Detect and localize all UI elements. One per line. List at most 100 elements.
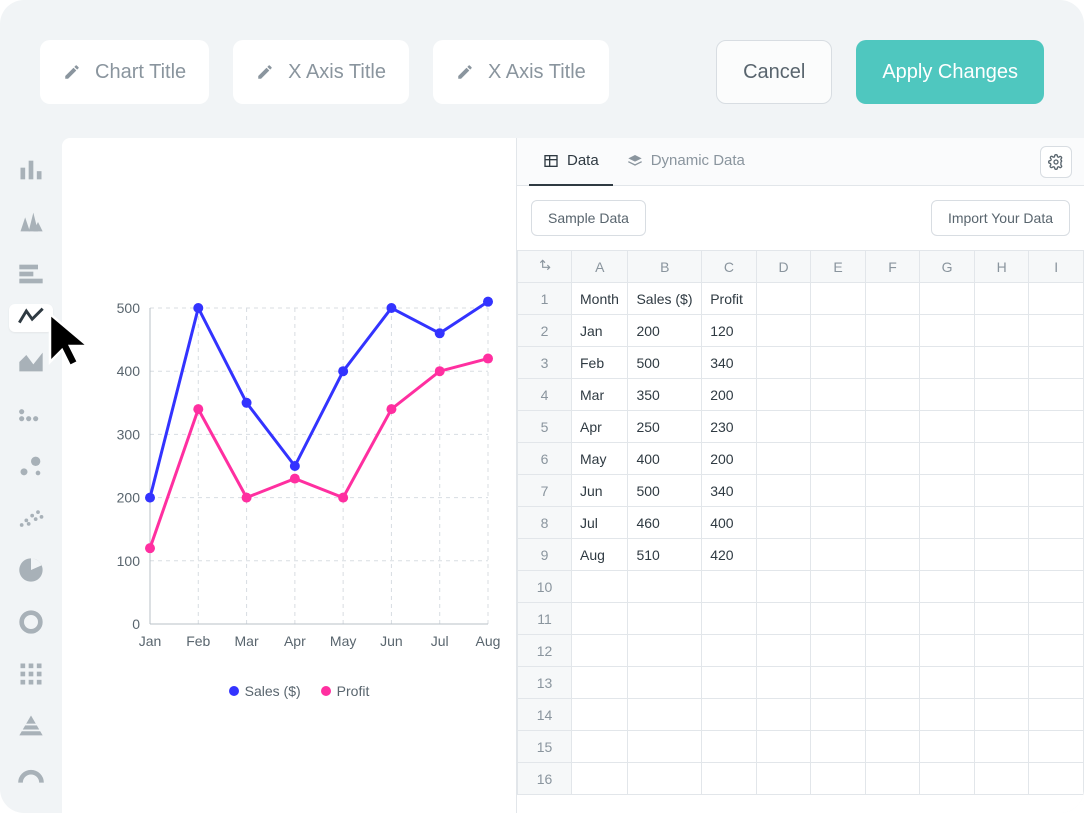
row-number[interactable]: 2 [518,315,572,347]
cell[interactable] [920,411,975,443]
cell[interactable] [756,571,811,603]
cell[interactable] [628,699,702,731]
cell[interactable] [756,475,811,507]
cell[interactable] [974,603,1029,635]
cell[interactable] [756,379,811,411]
cell[interactable] [572,731,628,763]
cell[interactable] [811,379,866,411]
cell[interactable]: 250 [628,411,702,443]
row-number[interactable]: 10 [518,571,572,603]
cell[interactable] [1029,315,1084,347]
tab-dynamic-data[interactable]: Dynamic Data [613,138,759,186]
cell[interactable] [756,635,811,667]
cell[interactable] [756,411,811,443]
cell[interactable] [920,475,975,507]
cell[interactable] [628,635,702,667]
cell[interactable] [920,667,975,699]
cell[interactable] [920,635,975,667]
cell[interactable]: Month [572,283,628,315]
cell[interactable]: 350 [628,379,702,411]
column-header[interactable]: H [974,251,1029,283]
row-number[interactable]: 1 [518,283,572,315]
cancel-button[interactable]: Cancel [716,40,832,104]
cell[interactable] [865,571,920,603]
apply-changes-button[interactable]: Apply Changes [856,40,1044,104]
cell[interactable] [572,763,628,795]
row-number[interactable]: 5 [518,411,572,443]
cell[interactable] [1029,443,1084,475]
cell[interactable] [756,347,811,379]
cell[interactable] [702,603,757,635]
column-header[interactable]: I [1029,251,1084,283]
settings-button[interactable] [1040,146,1072,178]
cell[interactable] [974,635,1029,667]
cell[interactable] [974,347,1029,379]
cell[interactable] [756,283,811,315]
cell[interactable] [756,763,811,795]
cell[interactable]: Aug [572,539,628,571]
cell[interactable] [628,763,702,795]
row-number[interactable]: 12 [518,635,572,667]
cell[interactable] [628,603,702,635]
cell[interactable] [1029,699,1084,731]
cell[interactable] [920,507,975,539]
cell[interactable] [974,411,1029,443]
cell[interactable] [865,475,920,507]
cell[interactable] [974,571,1029,603]
cell[interactable] [974,475,1029,507]
cell[interactable] [920,283,975,315]
cell[interactable] [572,571,628,603]
cell[interactable] [865,379,920,411]
cell[interactable] [756,507,811,539]
row-number[interactable]: 15 [518,731,572,763]
cell[interactable] [1029,411,1084,443]
cell[interactable]: 340 [702,475,757,507]
cell[interactable] [1029,347,1084,379]
cell[interactable]: Sales ($) [628,283,702,315]
cell[interactable]: 510 [628,539,702,571]
cell[interactable] [865,603,920,635]
cell[interactable] [920,699,975,731]
corner-cell[interactable] [518,251,572,283]
cell[interactable]: 500 [628,347,702,379]
cell[interactable] [756,539,811,571]
row-number[interactable]: 14 [518,699,572,731]
cell[interactable] [865,763,920,795]
cell[interactable]: Apr [572,411,628,443]
cell[interactable] [974,443,1029,475]
cell[interactable] [974,507,1029,539]
columns-icon[interactable] [17,208,45,236]
cell[interactable]: 200 [702,443,757,475]
column-header[interactable]: B [628,251,702,283]
cell[interactable] [756,699,811,731]
cell[interactable] [628,731,702,763]
cell[interactable] [811,347,866,379]
cell[interactable] [865,539,920,571]
stacked-bar-icon[interactable] [17,260,45,288]
cell[interactable]: 500 [628,475,702,507]
import-data-button[interactable]: Import Your Data [931,200,1070,236]
cell[interactable] [1029,379,1084,411]
cell[interactable] [865,443,920,475]
row-number[interactable]: 7 [518,475,572,507]
row-number[interactable]: 6 [518,443,572,475]
cell[interactable] [811,539,866,571]
x-axis-title-input[interactable]: X Axis Title [233,40,409,104]
row-number[interactable]: 9 [518,539,572,571]
cell[interactable] [865,731,920,763]
pyramid-icon[interactable] [17,712,45,740]
bar-chart-icon[interactable] [17,156,45,184]
cell[interactable]: 340 [702,347,757,379]
cell[interactable] [974,315,1029,347]
sample-data-button[interactable]: Sample Data [531,200,646,236]
cell[interactable] [865,635,920,667]
cell[interactable] [756,731,811,763]
cell[interactable] [811,283,866,315]
cell[interactable] [920,443,975,475]
bubble-icon[interactable] [17,452,45,480]
x-axis-title-input-2[interactable]: X Axis Title [433,40,609,104]
cell[interactable] [572,667,628,699]
scatter-icon[interactable] [17,504,45,532]
cell[interactable] [1029,539,1084,571]
cell[interactable] [702,763,757,795]
